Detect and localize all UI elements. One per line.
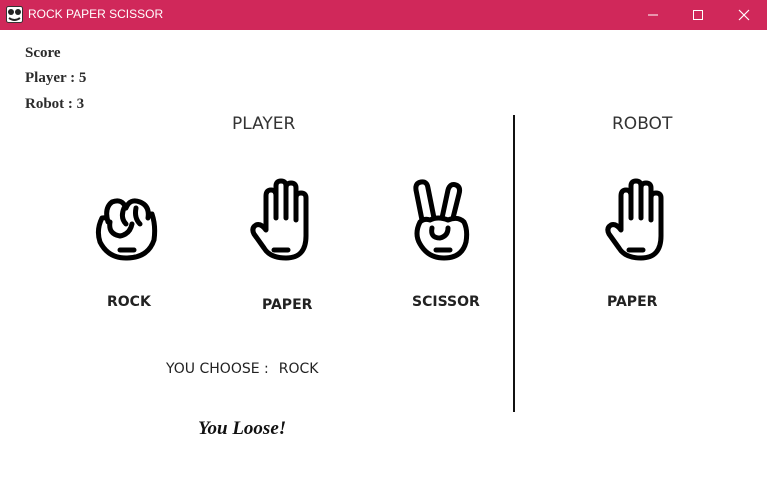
robot-score: Robot : 3 — [25, 96, 85, 112]
close-icon — [738, 9, 750, 21]
maximize-icon — [693, 10, 703, 20]
you-choose-line: YOU CHOOSE : ROCK — [166, 361, 318, 377]
robot-choice-label: PAPER — [607, 294, 658, 310]
open-hand-icon — [605, 178, 664, 261]
minimize-icon — [648, 14, 658, 16]
score-title: Score — [25, 45, 61, 61]
app-icon — [6, 6, 23, 23]
you-choose-value: ROCK — [278, 361, 319, 377]
scissor-label: SCISSOR — [412, 294, 480, 310]
game-panel: Score Player : 5 Robot : 3 PLAYER ROBOT — [0, 30, 767, 489]
open-hand-icon — [250, 178, 309, 261]
paper-label: PAPER — [262, 297, 313, 313]
robot-choice-image — [603, 178, 673, 266]
title-bar: ROCK PAPER SCISSOR — [0, 0, 767, 30]
minimize-button[interactable] — [630, 0, 676, 30]
close-button[interactable] — [721, 0, 767, 30]
maximize-button[interactable] — [675, 0, 721, 30]
fist-icon — [95, 198, 158, 261]
paper-button[interactable] — [248, 178, 318, 266]
rock-button[interactable] — [90, 178, 160, 266]
window-title: ROCK PAPER SCISSOR — [28, 7, 164, 21]
result-message: You Loose! — [198, 418, 287, 439]
rock-label: ROCK — [107, 294, 151, 310]
player-score: Player : 5 — [25, 70, 87, 86]
player-heading: PLAYER — [232, 114, 296, 134]
scissor-button[interactable] — [408, 178, 478, 266]
peace-hand-icon — [413, 179, 470, 261]
robot-heading: ROBOT — [612, 114, 673, 134]
you-choose-label: YOU CHOOSE : — [166, 361, 269, 377]
divider — [513, 115, 515, 412]
